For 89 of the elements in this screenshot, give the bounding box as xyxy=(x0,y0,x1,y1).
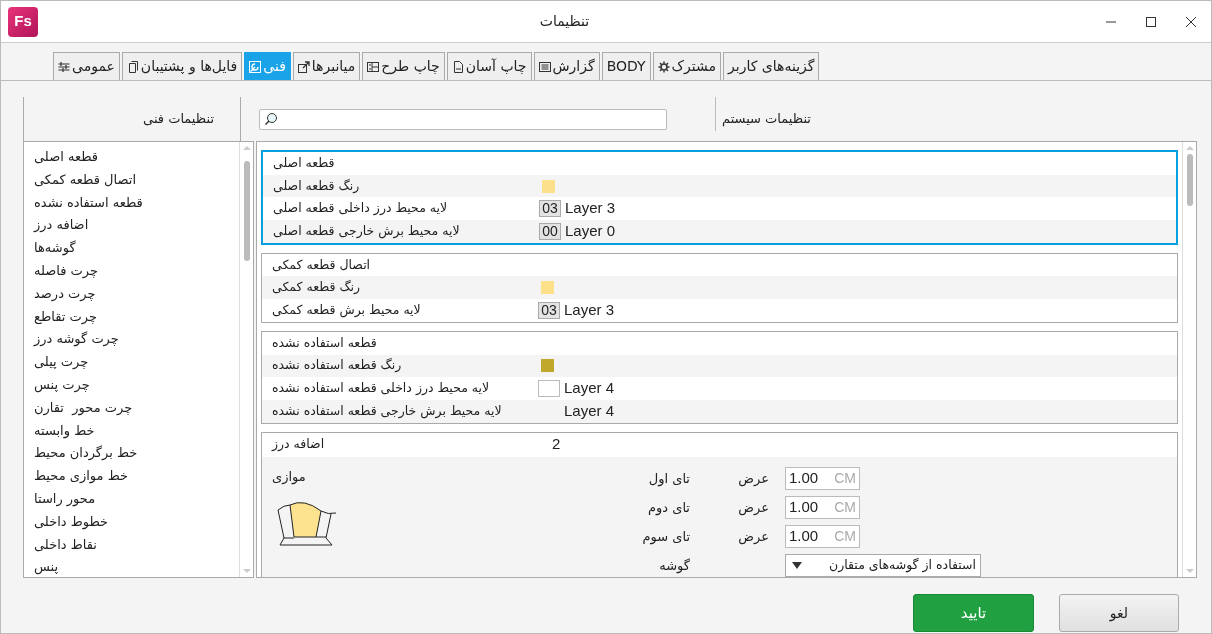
sidebar-item[interactable]: چرت تقاطع xyxy=(34,308,97,324)
sidebar-item[interactable]: چرت محور تقارن xyxy=(34,399,133,415)
export-icon xyxy=(297,60,310,73)
tab[interactable]: BODY xyxy=(601,52,651,80)
tab[interactable]: میانبرها xyxy=(292,52,361,80)
seam-value: 2 xyxy=(552,434,561,455)
field-label: عرض xyxy=(737,498,769,518)
layer-value: Layer 0 xyxy=(565,221,616,242)
setting-label: لایه محیط برش خارجی قطعه اصلی xyxy=(272,222,461,241)
color-swatch[interactable] xyxy=(542,179,555,193)
tab[interactable]: چاپ طرح xyxy=(362,52,445,80)
width-label: تای اول xyxy=(647,469,690,489)
setting-label: لایه محیط درز داخلی قطعه استفاده نشده xyxy=(271,379,491,398)
search-icon xyxy=(264,112,278,126)
layer-value: Layer 4 xyxy=(564,378,615,399)
scroll-up-icon[interactable] xyxy=(242,145,251,151)
width-label: تای دوم xyxy=(647,498,690,518)
sidebar-item[interactable]: چرت فاصله xyxy=(34,263,99,278)
group-title: قطعه استفاده نشده xyxy=(271,333,378,352)
layer-code: 03 xyxy=(539,200,561,218)
layer-code: 00 xyxy=(539,222,561,240)
number-field[interactable]: 1.00 CM xyxy=(785,496,860,520)
group-title: اضافه درز xyxy=(270,435,326,454)
tab[interactable]: مشترک xyxy=(652,52,722,80)
setting-label: لایه محیط برش قطعه کمکی xyxy=(271,301,422,320)
tab[interactable]: عمومی xyxy=(53,52,120,80)
color-swatch[interactable] xyxy=(541,281,554,295)
setting-label: رنگ قطعه استفاده نشده xyxy=(271,356,403,375)
sidebar-item[interactable]: اضافه درز xyxy=(34,217,89,233)
field-label: عرض xyxy=(737,527,769,547)
setting-label: لایه محیط درز داخلی قطعه اصلی xyxy=(272,199,449,218)
panel-title: تنظیمات فنی xyxy=(143,110,214,129)
gear-icon xyxy=(657,60,670,73)
width-label: تای سوم xyxy=(641,527,690,547)
scroll-down-icon[interactable] xyxy=(1185,568,1194,574)
scroll-down-icon[interactable] xyxy=(242,568,251,574)
close-icon xyxy=(1185,15,1197,28)
sidebar-item[interactable]: گوشه‌ها xyxy=(34,240,76,256)
cancel-button[interactable]: لغو xyxy=(1059,594,1179,632)
number-field[interactable]: 1.00 CM xyxy=(785,525,860,549)
app-logo: Fs xyxy=(8,6,38,37)
tab[interactable]: فایل‌ها و پشتیبان xyxy=(121,52,243,80)
sidebar-item[interactable]: خط برگردان محیط xyxy=(34,445,138,461)
corner-label: گوشه xyxy=(658,556,690,576)
window-title: تنظیمات xyxy=(538,12,591,31)
setting-label: رنگ قطعه اصلی xyxy=(272,176,361,195)
sidebar-item[interactable]: خط وابسته xyxy=(34,422,95,438)
tab[interactable]: چاپ آسان xyxy=(446,52,532,80)
search-field[interactable] xyxy=(259,108,667,130)
sidebar-item[interactable]: محور راستا xyxy=(34,490,96,506)
layer-swatch xyxy=(538,380,560,398)
layer-code: 03 xyxy=(538,301,560,319)
layout-icon xyxy=(367,60,380,73)
sidebar-item[interactable]: چرت پیلی xyxy=(34,354,89,370)
tab[interactable]: گزارش xyxy=(533,52,600,80)
scrollbar[interactable] xyxy=(1182,142,1196,577)
sidebar-item[interactable]: پنس xyxy=(34,559,59,575)
group-title: قطعه اصلی xyxy=(272,153,336,172)
number-field[interactable]: 1.00 CM xyxy=(785,467,860,491)
corner-dropdown[interactable]: استفاده از گوشه‌های متقارن xyxy=(785,554,981,577)
sidebar-item[interactable]: قطعه استفاده نشده xyxy=(34,194,143,210)
wrench-icon xyxy=(249,60,262,73)
setting-label: رنگ قطعه کمکی xyxy=(271,278,362,297)
setting-label: لایه محیط برش خارجی قطعه استفاده نشده xyxy=(271,401,503,421)
sliders-icon xyxy=(58,60,70,73)
style-label: موازی xyxy=(272,467,306,487)
list-icon xyxy=(538,60,551,73)
document-icon xyxy=(451,60,464,73)
scroll-up-icon[interactable] xyxy=(1185,145,1194,151)
layer-value: Layer 4 xyxy=(564,400,615,421)
sidebar-item[interactable]: خط موازی محیط xyxy=(34,468,128,484)
maximize-icon xyxy=(1145,15,1157,28)
page-icon xyxy=(126,60,139,73)
sidebar-item[interactable]: قطعه اصلی xyxy=(34,149,99,164)
field-label: عرض xyxy=(737,469,769,489)
layer-value: Layer 3 xyxy=(565,198,616,219)
sidebar-item[interactable]: اتصال قطعه کمکی xyxy=(34,171,136,187)
sidebar-item[interactable]: خطوط داخلی xyxy=(34,513,109,529)
scrollbar[interactable] xyxy=(239,142,253,577)
tab[interactable]: گزینه‌های کاربر xyxy=(723,52,820,80)
sidebar-item[interactable]: چرت پنس xyxy=(34,376,90,392)
group-title: اتصال قطعه کمکی xyxy=(271,255,372,274)
caret-icon xyxy=(792,562,802,570)
layer-value: Layer 3 xyxy=(564,300,615,321)
sidebar-item[interactable]: نقاط داخلی xyxy=(34,536,97,552)
sidebar-item[interactable]: چرت گوشه درز xyxy=(34,331,119,347)
sidebar-item[interactable]: چرت درصد xyxy=(34,285,96,301)
section-title: تنظیمات سیستم xyxy=(722,110,811,129)
color-swatch[interactable] xyxy=(541,359,554,373)
